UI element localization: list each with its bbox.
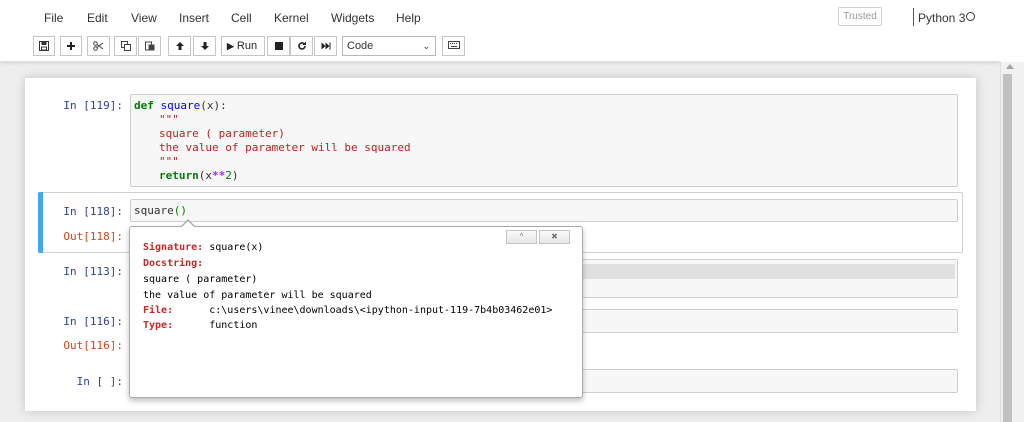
command-palette-button[interactable] [442,36,465,56]
restart-run-all-button[interactable] [314,36,337,56]
code-docstring-open: """ [159,113,179,126]
cell-1-in-prompt: In [119]: [63,99,123,112]
tooltip-arrow-fill [181,221,195,228]
kernel-idle-icon [966,12,975,21]
scroll-up-arrow-icon[interactable] [1006,64,1014,69]
move-up-button[interactable] [168,36,191,56]
save-icon [39,41,49,51]
code-line-return: return(x**2) [159,169,239,182]
close-icon: ✖ [551,232,558,241]
tooltip-docstring-label: Docstring: [143,258,204,269]
cell-type-select[interactable]: Code ⌄ [342,36,436,56]
notebook-header: File Edit View Insert Cell Kernel Widget… [0,0,1000,62]
menu-kernel[interactable]: Kernel [274,11,309,25]
cut-button[interactable] [87,36,110,56]
keyboard-icon [447,41,460,49]
caret-up-icon: ^ [519,232,524,241]
menu-file[interactable]: File [44,11,63,25]
arrow-up-icon [175,42,184,50]
restart-button[interactable] [290,36,313,56]
copy-button[interactable] [114,36,137,56]
kernel-separator [913,8,914,26]
cell-2-in-prompt: In [118]: [63,205,123,218]
cell-4-out-prompt: Out[116]: [63,339,123,352]
menu-view[interactable]: View [131,11,157,25]
code-docstring-line-1: square ( parameter) [159,127,285,140]
cell-2-selection-marker [38,192,43,253]
kernel-name[interactable]: Python 3 [918,11,965,25]
restart-icon [297,41,306,50]
stop-icon [274,42,283,50]
paste-icon [144,41,154,51]
run-label: Run [236,40,258,52]
cell-2-input[interactable]: square() [130,199,958,222]
scissors-icon [93,41,104,51]
move-down-button[interactable] [193,36,216,56]
arrow-down-icon [200,42,209,50]
chevron-down-icon: ⌄ [422,41,430,51]
cell-1-input[interactable]: def square(x): """ square ( parameter) t… [130,94,958,187]
cell-3-selection-highlight [581,264,955,279]
cell-2-out-prompt: Out[118]: [63,230,123,243]
interrupt-button[interactable] [267,36,290,56]
cell-3-in-prompt: In [113]: [63,265,123,278]
tooltip-expand-button[interactable]: ^ [506,230,537,244]
cell-4-in-prompt: In [116]: [63,315,123,328]
scrollbar-thumb[interactable] [1003,74,1012,422]
code-line-def: def square(x): [134,99,227,112]
header-edge [1000,0,1024,62]
trusted-indicator[interactable]: Trusted [838,7,882,26]
menu-help[interactable]: Help [396,11,421,25]
code-docstring-close: """ [159,155,179,168]
paste-button[interactable] [138,36,161,56]
menu-edit[interactable]: Edit [87,11,108,25]
tooltip-signature: Signature: square(x) [143,242,264,253]
insert-cell-button[interactable] [60,36,82,56]
inspector-tooltip: ^ ✖ Signature: square(x) Docstring: squa… [129,219,583,398]
copy-icon [120,41,131,51]
tooltip-docstring-line-2: the value of parameter will be squared [143,290,372,301]
menu-widgets[interactable]: Widgets [331,11,374,25]
save-button[interactable] [33,36,55,56]
step-forward-icon: ▶ [227,41,234,51]
code-line-call: square() [134,204,187,217]
tooltip-type: Type: function [143,320,258,331]
plus-icon [67,42,75,50]
cell-5-in-prompt: In [ ]: [76,375,123,388]
menu-insert[interactable]: Insert [179,11,209,25]
tooltip-docstring-line-1: square ( parameter) [143,274,258,285]
fast-forward-icon [321,42,330,50]
code-docstring-line-2: the value of parameter will be squared [159,141,411,154]
tooltip-close-button[interactable]: ✖ [539,230,570,244]
tooltip-file: File: c:\users\vinee\downloads\<ipython-… [143,305,553,316]
menu-cell[interactable]: Cell [231,11,252,25]
run-button[interactable]: ▶ Run [221,36,265,56]
cell-type-value: Code [347,40,374,52]
